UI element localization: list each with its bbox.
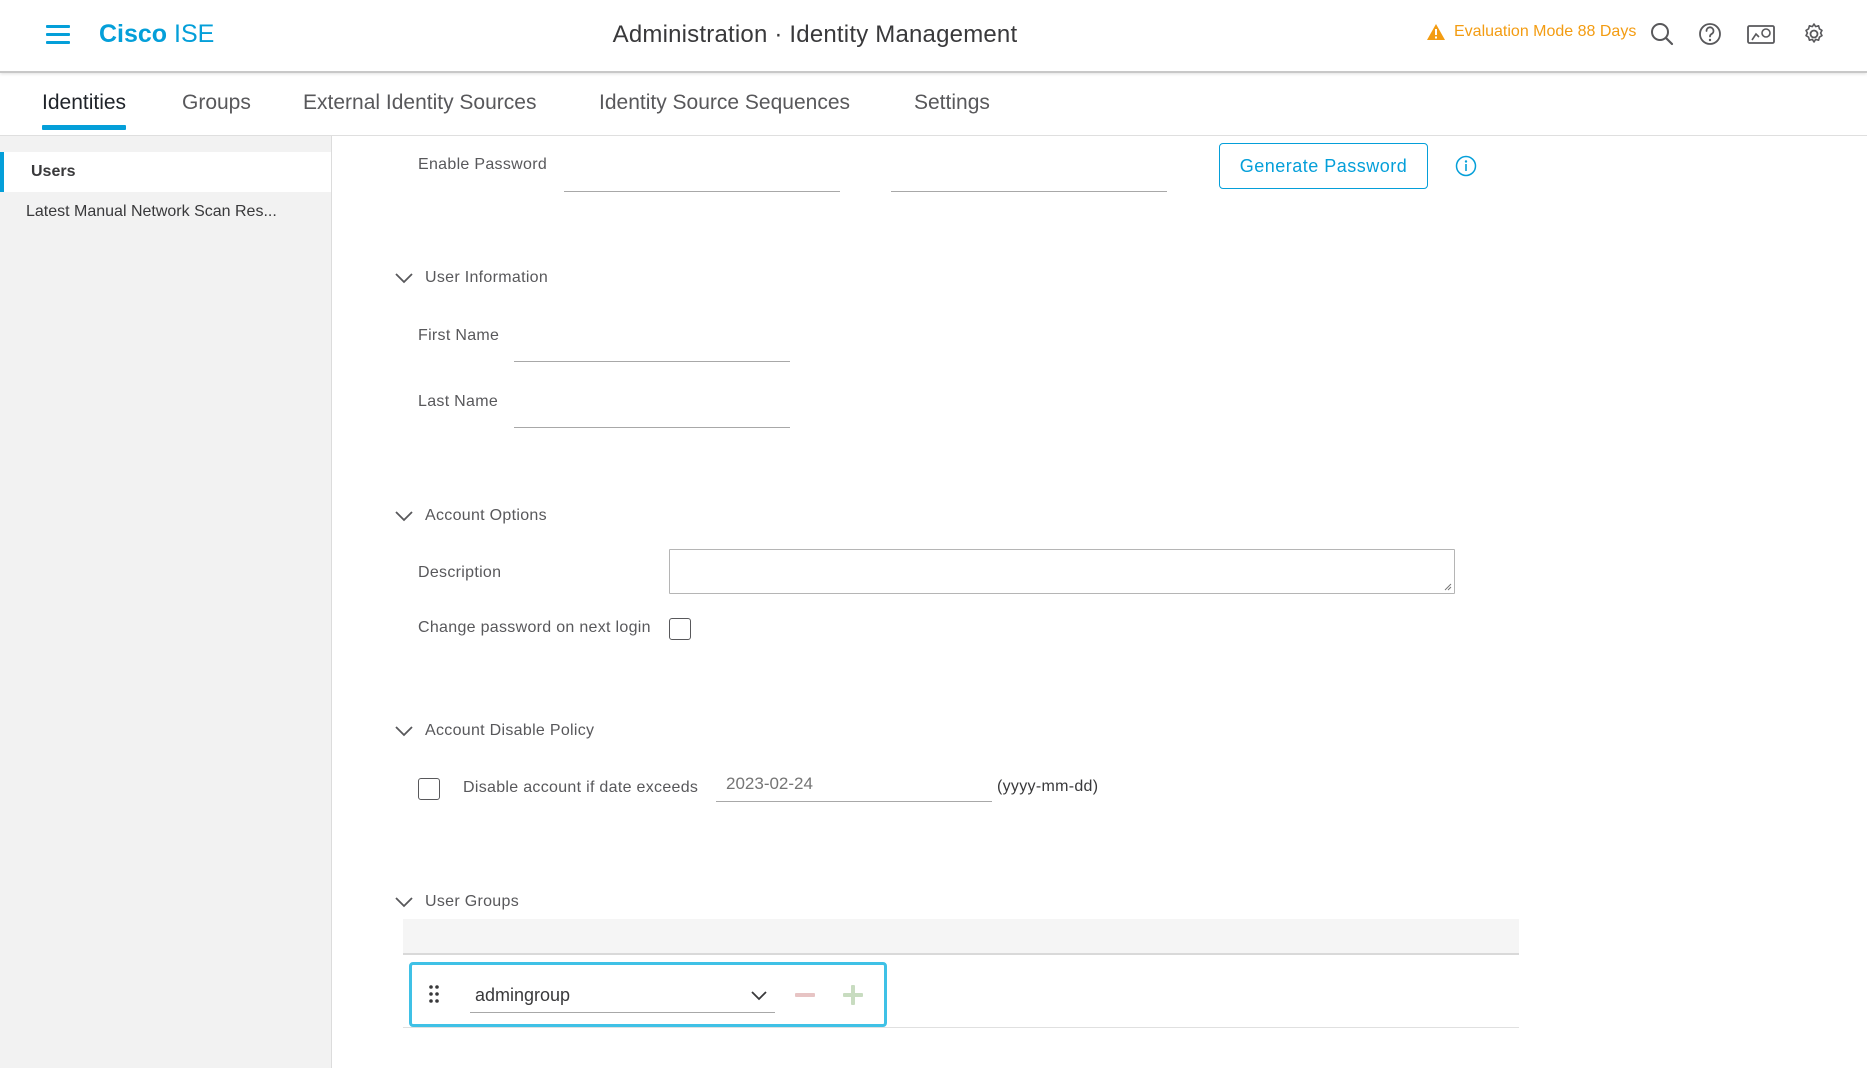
tab-identity-source-sequences[interactable]: Identity Source Sequences bbox=[599, 91, 850, 130]
sidebar-item-users[interactable]: Users bbox=[0, 152, 331, 192]
top-header: Cisco ISE Administration · Identity Mana… bbox=[0, 0, 1867, 73]
date-format-hint: (yyyy-mm-dd) bbox=[997, 778, 1099, 795]
user-groups-title: User Groups bbox=[425, 893, 519, 910]
sidebar: Users Latest Manual Network Scan Res... bbox=[0, 136, 332, 1068]
gear-icon[interactable] bbox=[1800, 20, 1828, 48]
enable-password-input[interactable] bbox=[564, 156, 840, 192]
account-disable-policy-title: Account Disable Policy bbox=[425, 722, 595, 739]
change-password-checkbox[interactable] bbox=[669, 618, 691, 640]
tab-identities[interactable]: Identities bbox=[42, 91, 127, 130]
chevron-down-icon bbox=[395, 726, 413, 737]
change-password-label: Change password on next login bbox=[418, 619, 651, 636]
chevron-down-icon bbox=[395, 897, 413, 908]
user-group-select[interactable]: admingroup bbox=[470, 977, 775, 1013]
tab-external-identity-sources[interactable]: External Identity Sources bbox=[303, 91, 536, 130]
evaluation-mode-link[interactable]: Evaluation Mode 88 Days bbox=[1426, 23, 1636, 41]
user-information-title: User Information bbox=[425, 269, 549, 286]
description-label: Description bbox=[418, 564, 502, 581]
search-icon[interactable] bbox=[1648, 20, 1676, 48]
chevron-down-icon bbox=[395, 511, 413, 522]
sidebar-item-network-scan[interactable]: Latest Manual Network Scan Res... bbox=[0, 192, 331, 232]
warning-icon bbox=[1427, 24, 1445, 40]
evaluation-mode-text: Evaluation Mode 88 Days bbox=[1454, 23, 1637, 40]
remove-group-button[interactable] bbox=[795, 993, 815, 997]
page-title: Administration · Identity Management bbox=[612, 21, 1018, 48]
tab-groups[interactable]: Groups bbox=[182, 91, 251, 130]
divider bbox=[403, 1027, 1519, 1028]
user-group-row: admingroup bbox=[409, 962, 887, 1027]
user-groups-table-header bbox=[403, 919, 1519, 955]
tab-settings[interactable]: Settings bbox=[914, 91, 990, 130]
help-icon[interactable] bbox=[1696, 20, 1724, 48]
disable-date-input[interactable] bbox=[716, 766, 992, 802]
chevron-down-icon bbox=[751, 991, 767, 1001]
first-name-input[interactable] bbox=[514, 326, 790, 362]
first-name-label: First Name bbox=[418, 327, 500, 344]
enable-password-label: Enable Password bbox=[418, 156, 548, 173]
main-content: Enable Password Generate Password User I… bbox=[333, 137, 1867, 1068]
drag-handle-icon[interactable] bbox=[428, 984, 440, 1004]
user-group-select-value: admingroup bbox=[475, 985, 571, 1005]
user-groups-section-toggle[interactable]: User Groups bbox=[395, 893, 519, 911]
add-group-button[interactable] bbox=[842, 984, 864, 1006]
description-textarea[interactable] bbox=[669, 549, 1455, 594]
disable-account-checkbox[interactable] bbox=[418, 778, 440, 800]
account-options-title: Account Options bbox=[425, 507, 547, 524]
resize-handle-icon[interactable] bbox=[1443, 582, 1452, 591]
disable-account-label: Disable account if date exceeds bbox=[463, 779, 699, 796]
generate-password-button[interactable]: Generate Password bbox=[1219, 143, 1428, 189]
user-information-section-toggle[interactable]: User Information bbox=[395, 269, 548, 287]
enable-password-confirm-input[interactable] bbox=[891, 156, 1167, 192]
dashboard-icon[interactable] bbox=[1746, 20, 1778, 48]
tab-bar: Identities Groups External Identity Sour… bbox=[0, 73, 1867, 136]
last-name-input[interactable] bbox=[514, 392, 790, 428]
info-icon[interactable] bbox=[1455, 155, 1477, 177]
chevron-down-icon bbox=[395, 273, 413, 284]
account-options-section-toggle[interactable]: Account Options bbox=[395, 507, 547, 525]
account-disable-policy-section-toggle[interactable]: Account Disable Policy bbox=[395, 722, 594, 740]
last-name-label: Last Name bbox=[418, 393, 499, 410]
